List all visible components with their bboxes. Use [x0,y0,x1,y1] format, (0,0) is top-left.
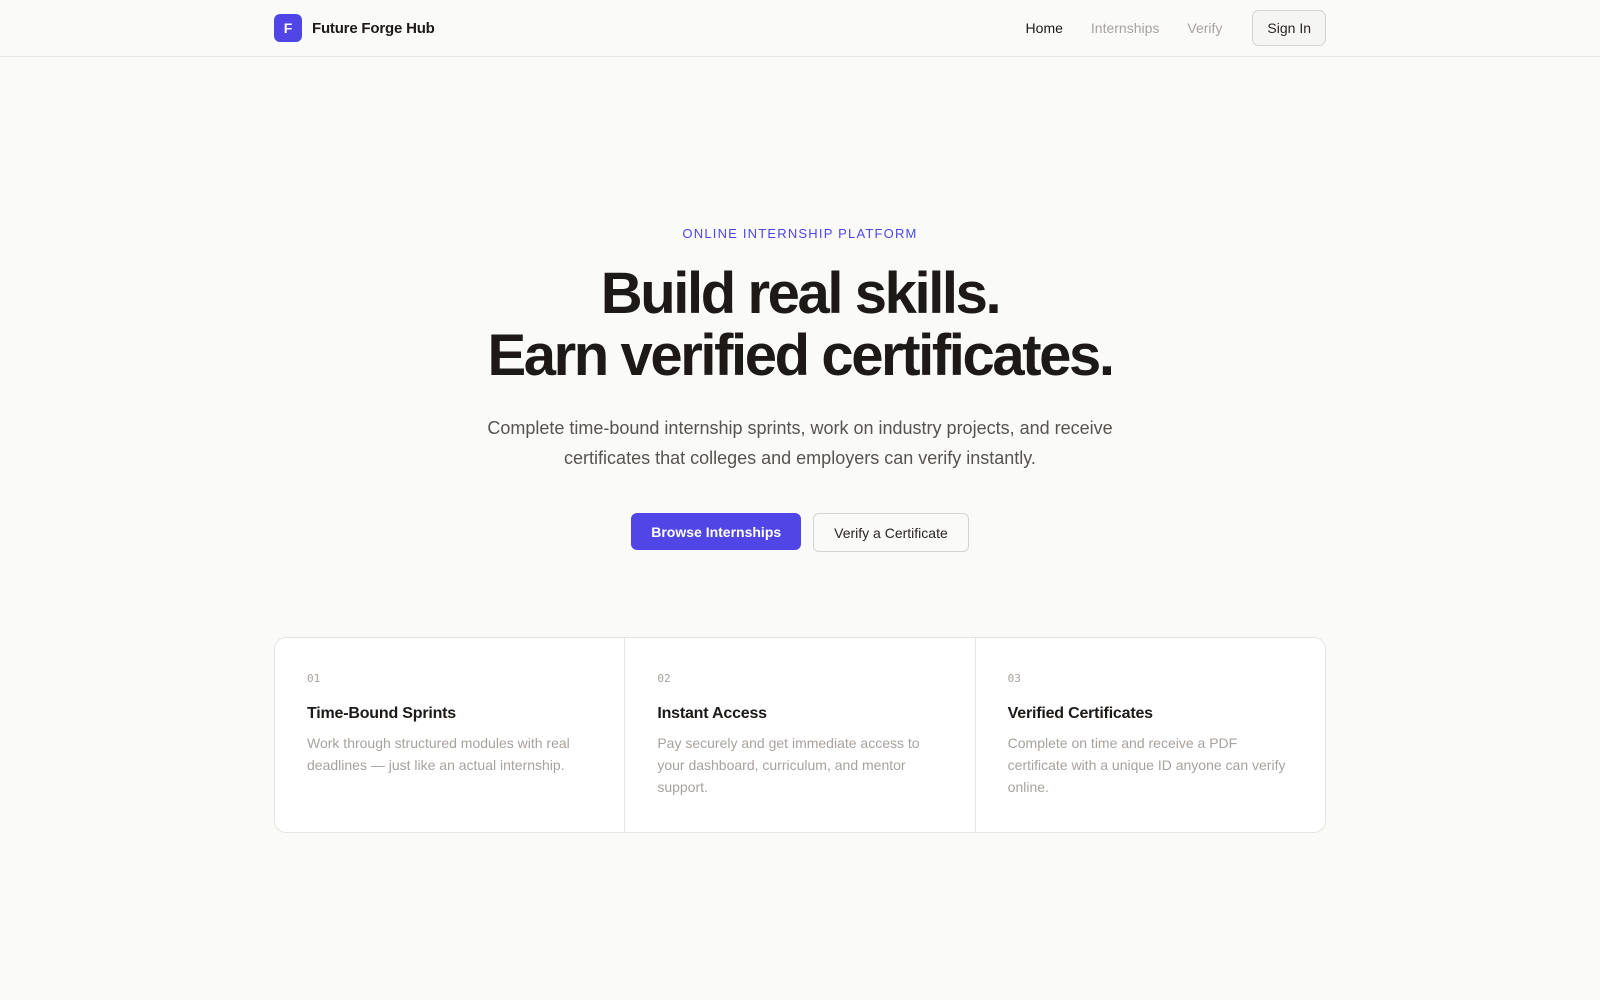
top-navbar: F Future Forge Hub Home Internships Veri… [0,0,1600,57]
nav-link-internships[interactable]: Internships [1091,20,1159,36]
nav-link-home[interactable]: Home [1026,20,1063,36]
feature-description: Complete on time and receive a PDF certi… [1007,735,1286,795]
nav-links: Home Internships Verify Sign In [998,10,1326,46]
sign-in-button[interactable]: Sign In [1252,10,1326,46]
hero-headline: Build real skills. Earn verified certifi… [0,263,1600,387]
headline-line-1: Build real skills. [600,261,1002,326]
nav-link-verify[interactable]: Verify [1187,20,1222,36]
verify-certificate-button[interactable]: Verify a Certificate [813,513,969,552]
brand[interactable]: F Future Forge Hub [274,14,435,42]
hero-eyebrow: ONLINE INTERNSHIP PLATFORM [682,226,918,241]
browse-internships-button[interactable]: Browse Internships [631,513,802,550]
feature-title: Verified Certificates [1007,705,1153,722]
hero-section: ONLINE INTERNSHIP PLATFORM Build real sk… [0,226,1600,552]
feature-title: Instant Access [657,705,767,722]
feature-card-sprints: 01 Time-Bound Sprints Work through struc… [275,638,626,832]
feature-number: 02 [657,672,671,685]
brand-name: Future Forge Hub [312,19,435,37]
navbar-inner: F Future Forge Hub Home Internships Veri… [274,0,1326,56]
feature-number: 03 [1007,672,1021,685]
feature-card-access: 02 Instant Access Pay securely and get i… [625,638,976,832]
cta-row: Browse Internships Verify a Certificate [0,513,1600,552]
feature-description: Work through structured modules with rea… [307,735,570,773]
feature-card-certificates: 03 Verified Certificates Complete on tim… [976,638,1325,832]
feature-number: 01 [307,672,321,685]
feature-description: Pay securely and get immediate access to… [657,735,920,795]
feature-title: Time-Bound Sprints [307,705,456,722]
hero-subtitle: Complete time-bound internship sprints, … [487,418,1113,468]
brand-logo-icon: F [274,14,302,42]
features-grid: 01 Time-Bound Sprints Work through struc… [274,637,1326,833]
headline-line-2: Earn verified certificates. [487,323,1114,388]
